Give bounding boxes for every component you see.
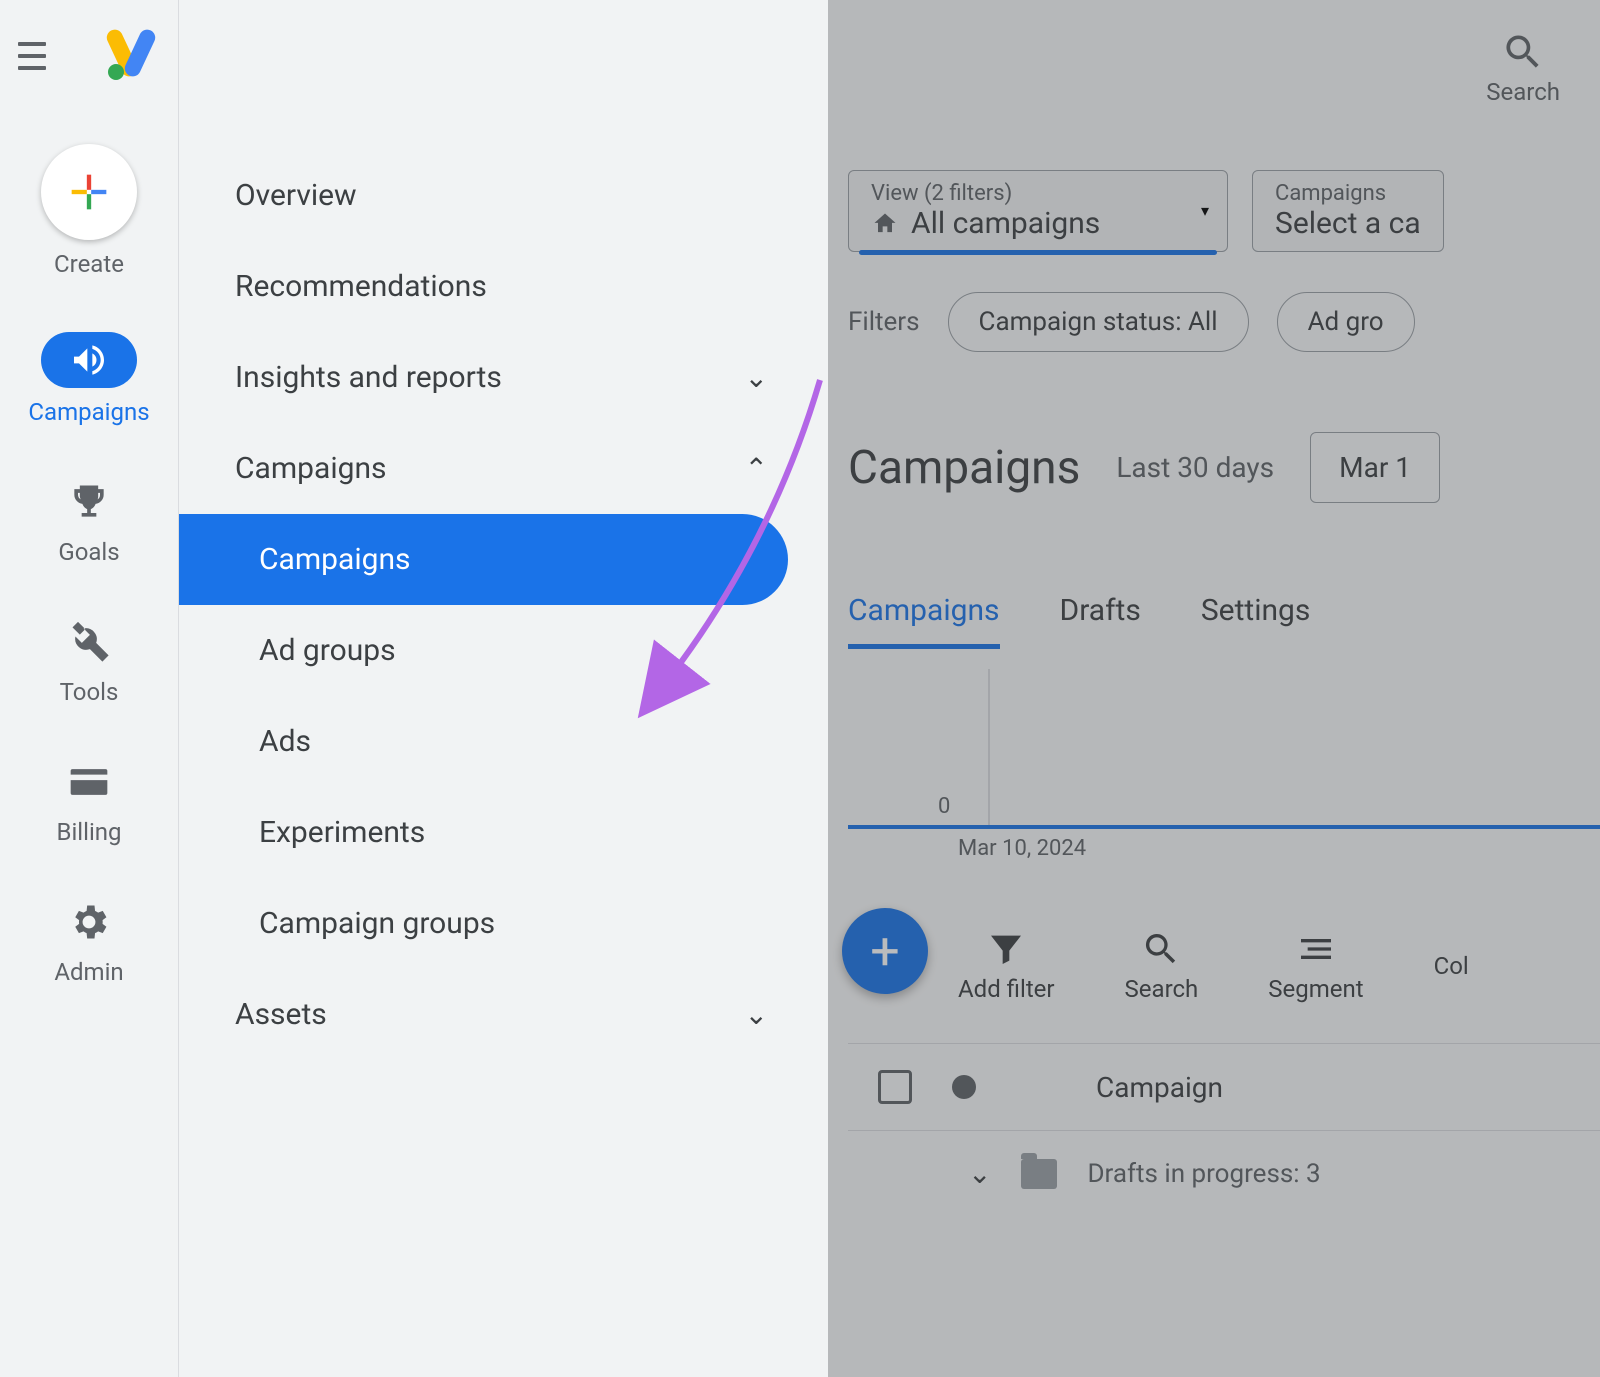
nav-sub-experiments[interactable]: Experiments [179,787,828,878]
google-ads-logo[interactable] [104,28,160,84]
campsel-label: Campaigns [1275,181,1421,206]
chart-zero: 0 [938,794,950,819]
menu-icon[interactable] [8,32,56,80]
admin-label: Admin [54,958,123,986]
table-header: Campaign [848,1043,1600,1131]
nav-sub-ads[interactable]: Ads [179,696,828,787]
megaphone-icon [41,332,137,388]
nav-sub-campaigngroups[interactable]: Campaign groups [179,878,828,969]
sub-campaigngroups-label: Campaign groups [259,906,495,941]
toolbar-search[interactable]: Search [1125,929,1199,1003]
rail-campaigns[interactable]: Campaigns [28,332,149,426]
col-campaign[interactable]: Campaign [1096,1071,1223,1104]
nav-assets[interactable]: Assets ⌄ [179,969,828,1060]
toolbar-columns[interactable]: Col [1434,952,1469,980]
view-selector[interactable]: View (2 filters) All campaigns ▾ [848,170,1228,252]
rail-admin[interactable]: Admin [54,900,123,986]
search-button[interactable]: Search [1486,30,1560,106]
nav-recommendations[interactable]: Recommendations [179,241,828,332]
campaigns-selector[interactable]: Campaigns Select a ca [1252,170,1444,252]
dropdown-icon: ▾ [1201,201,1209,220]
nav-sub-campaigns[interactable]: Campaigns [179,514,788,605]
toolbar-segment[interactable]: Segment [1268,929,1363,1003]
search-label: Search [1486,78,1560,106]
create-button[interactable]: Create [41,144,137,278]
rail-goals[interactable]: Goals [58,480,119,566]
card-icon [67,760,111,808]
performance-chart: 0 Mar 10, 2024 [848,709,1600,829]
segment-icon [1296,929,1336,969]
gear-icon [67,900,111,948]
view-value: All campaigns [911,206,1100,241]
tab-drafts[interactable]: Drafts [1060,593,1141,649]
filter-icon [986,929,1026,969]
status-dot-icon [952,1075,976,1099]
sub-experiments-label: Experiments [259,815,425,850]
rail-billing[interactable]: Billing [56,760,121,846]
chevron-down-icon: ⌄ [745,998,768,1031]
chart-date: Mar 10, 2024 [958,836,1086,861]
tab-settings[interactable]: Settings [1201,593,1311,649]
search-icon [1501,30,1545,74]
chip-campaign-status[interactable]: Campaign status: All [948,292,1249,352]
sub-ads-label: Ads [259,724,311,759]
trophy-icon [67,480,111,528]
nav-overview[interactable]: Overview [179,150,828,241]
left-rail: Create Campaigns Goals Tools [0,0,178,1377]
assets-label: Assets [235,997,327,1032]
drafts-label: Drafts in progress: 3 [1087,1159,1320,1189]
add-filter-button[interactable]: Add filter [958,929,1055,1003]
plus-icon [41,144,137,240]
date-range-label: Last 30 days [1116,451,1274,484]
date-range-picker[interactable]: Mar 1 [1310,432,1440,503]
main-content: Search View (2 filters) All campaigns ▾ … [828,0,1600,1377]
search-icon [1141,929,1181,969]
campsel-value: Select a ca [1275,206,1421,241]
sub-adgroups-label: Ad groups [259,633,396,668]
view-label: View (2 filters) [871,181,1205,206]
select-all-checkbox[interactable] [878,1070,912,1104]
home-icon [871,210,899,238]
chevron-up-icon: ⌃ [745,452,768,485]
nav-sub-adgroups[interactable]: Ad groups [179,605,828,696]
goals-label: Goals [58,538,119,566]
filters-label: Filters [848,307,920,337]
chevron-down-icon: ⌄ [745,361,768,394]
nav-campaigns[interactable]: Campaigns ⌃ [179,423,828,514]
insights-label: Insights and reports [235,360,502,395]
overview-label: Overview [235,178,357,213]
drafts-row[interactable]: ⌄ Drafts in progress: 3 [848,1131,1600,1216]
nav-insights[interactable]: Insights and reports ⌄ [179,332,828,423]
toolbar-columns-label: Col [1434,952,1469,980]
sub-campaigns-label: Campaigns [259,542,411,577]
add-campaign-fab[interactable]: + [842,908,928,994]
page-title: Campaigns [848,441,1080,495]
tab-campaigns[interactable]: Campaigns [848,593,1000,649]
folder-icon [1021,1159,1057,1189]
chevron-down-icon: ⌄ [968,1157,991,1190]
billing-label: Billing [56,818,121,846]
rail-tools[interactable]: Tools [60,620,119,706]
recommendations-label: Recommendations [235,269,487,304]
toolbar-search-label: Search [1125,975,1199,1003]
secondary-nav: Overview Recommendations Insights and re… [178,0,828,1377]
create-label: Create [54,250,124,278]
campaigns-label: Campaigns [235,451,387,486]
tools-icon [67,620,111,668]
chip-adgroup[interactable]: Ad gro [1277,292,1415,352]
tools-label: Tools [60,678,119,706]
campaigns-label: Campaigns [28,398,149,426]
addfilter-label: Add filter [958,975,1055,1003]
toolbar-segment-label: Segment [1268,975,1363,1003]
